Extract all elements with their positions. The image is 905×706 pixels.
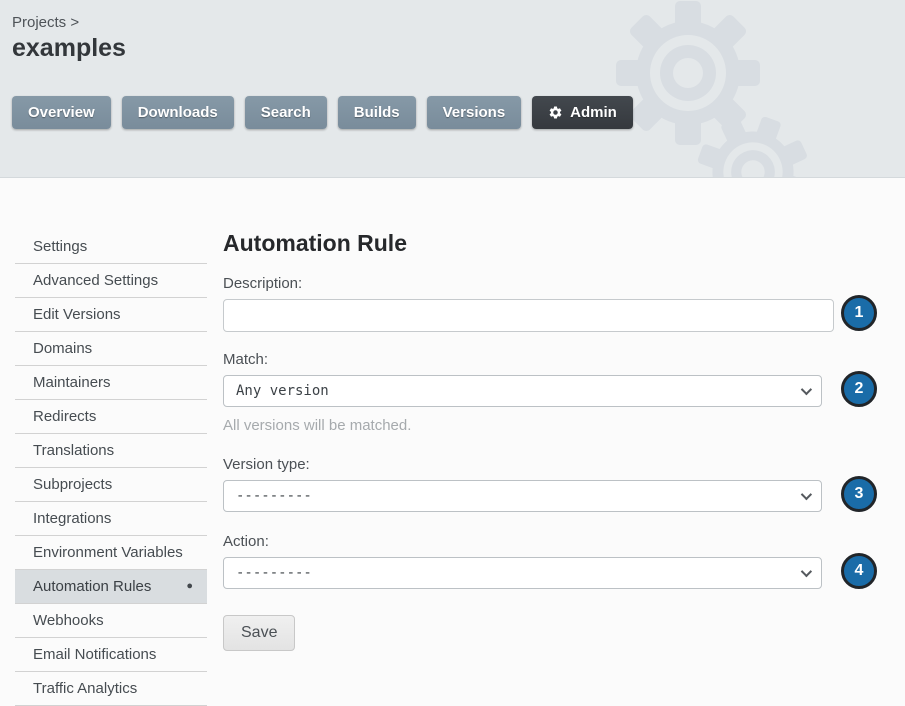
project-nav: Overview Downloads Search Builds Version… xyxy=(12,96,633,129)
sidebar-item-label: Maintainers xyxy=(33,374,111,391)
tab-overview[interactable]: Overview xyxy=(12,96,111,129)
description-label: Description: xyxy=(223,275,883,292)
sidebar-item-label: Redirects xyxy=(33,408,96,425)
annotation-badge-3: 3 xyxy=(841,476,877,512)
match-label: Match: xyxy=(223,351,883,368)
sidebar-item-subprojects[interactable]: Subprojects xyxy=(15,468,207,502)
annotation-badge-4: 4 xyxy=(841,553,877,589)
breadcrumb-separator: > xyxy=(70,14,79,31)
sidebar-item-integrations[interactable]: Integrations xyxy=(15,502,207,536)
tab-downloads[interactable]: Downloads xyxy=(122,96,234,129)
sidebar-item-automation-rules[interactable]: Automation Rules ● xyxy=(15,570,207,604)
sidebar-item-settings[interactable]: Settings xyxy=(15,230,207,264)
sidebar-item-email-notifications[interactable]: Email Notifications xyxy=(15,638,207,672)
gear-icon xyxy=(548,105,563,120)
tab-versions[interactable]: Versions xyxy=(427,96,522,129)
sidebar-item-translations[interactable]: Translations xyxy=(15,434,207,468)
sidebar-item-maintainers[interactable]: Maintainers xyxy=(15,366,207,400)
match-select[interactable]: Any version xyxy=(223,375,822,407)
sidebar-item-domains[interactable]: Domains xyxy=(15,332,207,366)
chevron-down-icon xyxy=(801,384,812,395)
tab-search[interactable]: Search xyxy=(245,96,327,129)
match-select-value: Any version xyxy=(236,383,329,399)
form-title: Automation Rule xyxy=(223,230,883,257)
sidebar-item-label: Advanced Settings xyxy=(33,272,158,289)
version-type-label: Version type: xyxy=(223,456,883,473)
description-input[interactable] xyxy=(223,299,834,332)
sidebar-item-label: Email Notifications xyxy=(33,646,156,663)
action-select-value: --------- xyxy=(236,565,312,581)
page-title: examples xyxy=(12,34,126,63)
sidebar-item-label: Subprojects xyxy=(33,476,112,493)
chevron-down-icon xyxy=(801,566,812,577)
tab-admin[interactable]: Admin xyxy=(532,96,633,129)
annotation-badge-1: 1 xyxy=(841,295,877,331)
sidebar-item-webhooks[interactable]: Webhooks xyxy=(15,604,207,638)
version-type-select-value: --------- xyxy=(236,488,312,504)
sidebar-item-label: Automation Rules xyxy=(33,578,151,595)
tab-admin-label: Admin xyxy=(570,104,617,121)
action-select[interactable]: --------- xyxy=(223,557,822,589)
version-type-select[interactable]: --------- xyxy=(223,480,822,512)
current-page-dot: ● xyxy=(186,581,193,592)
decorative-gears xyxy=(605,0,905,178)
sidebar-item-label: Edit Versions xyxy=(33,306,121,323)
action-label: Action: xyxy=(223,533,883,550)
sidebar-item-traffic-analytics[interactable]: Traffic Analytics xyxy=(15,672,207,706)
tab-builds[interactable]: Builds xyxy=(338,96,416,129)
admin-sidebar: Settings Advanced Settings Edit Versions… xyxy=(15,230,207,706)
save-button[interactable]: Save xyxy=(223,615,295,651)
sidebar-item-label: Translations xyxy=(33,442,114,459)
sidebar-item-edit-versions[interactable]: Edit Versions xyxy=(15,298,207,332)
sidebar-item-label: Domains xyxy=(33,340,92,357)
sidebar-item-advanced-settings[interactable]: Advanced Settings xyxy=(15,264,207,298)
sidebar-item-label: Environment Variables xyxy=(33,544,183,561)
annotation-badge-2: 2 xyxy=(841,371,877,407)
sidebar-item-environment-variables[interactable]: Environment Variables xyxy=(15,536,207,570)
chevron-down-icon xyxy=(801,489,812,500)
sidebar-item-redirects[interactable]: Redirects xyxy=(15,400,207,434)
sidebar-item-label: Integrations xyxy=(33,510,111,527)
breadcrumb-projects-link[interactable]: Projects xyxy=(12,14,66,31)
automation-rule-form: Automation Rule Description: Match: Any … xyxy=(223,230,883,706)
sidebar-item-label: Settings xyxy=(33,238,87,255)
project-header: Projects > examples Overview Downloads S… xyxy=(0,0,905,178)
sidebar-item-label: Webhooks xyxy=(33,612,104,629)
breadcrumb: Projects > xyxy=(12,14,79,31)
match-help-text: All versions will be matched. xyxy=(223,417,883,434)
